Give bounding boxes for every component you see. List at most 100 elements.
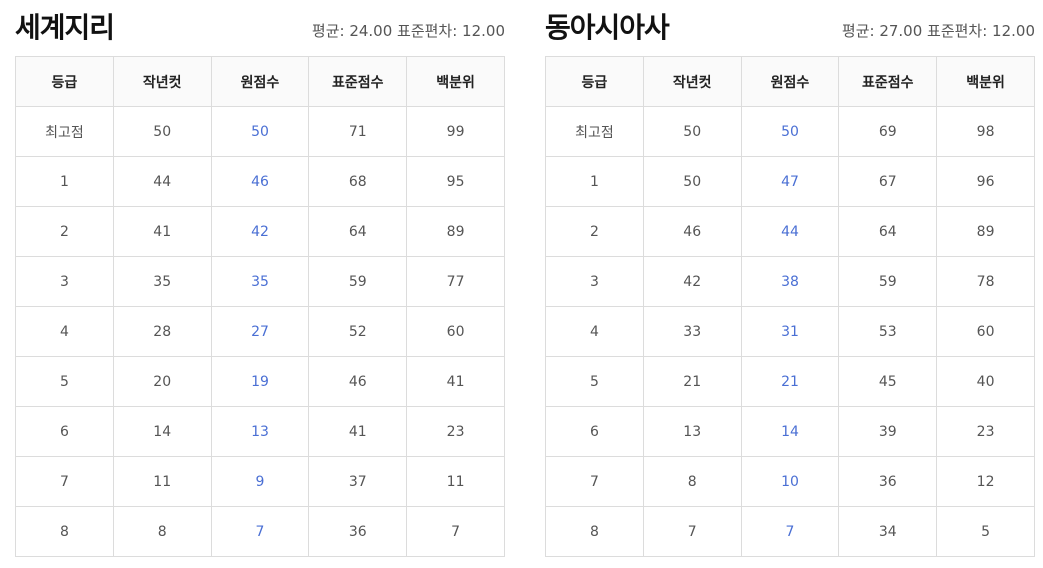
table-row: 6 13 14 39 23 <box>545 406 1035 457</box>
cell-percentile: 60 <box>936 306 1035 357</box>
cell-grade: 최고점 <box>15 106 114 157</box>
cell-standard-score: 67 <box>838 156 938 207</box>
cell-standard-score: 64 <box>308 206 408 257</box>
panel-title: 세계지리 <box>15 11 115 44</box>
cell-standard-score: 37 <box>308 456 408 507</box>
panel-header: 동아시아사 평균: 27.00 표준편차: 12.00 <box>545 0 1035 56</box>
column-header-last-year-cut: 작년컷 <box>642 56 742 107</box>
cell-last-year-cut: 50 <box>112 106 212 157</box>
cell-standard-score: 46 <box>308 356 408 407</box>
column-header-grade: 등급 <box>545 56 644 107</box>
cell-last-year-cut: 50 <box>642 156 742 207</box>
cell-last-year-cut: 44 <box>112 156 212 207</box>
cell-standard-score: 69 <box>838 106 938 157</box>
cell-standard-score: 53 <box>838 306 938 357</box>
cell-standard-score: 68 <box>308 156 408 207</box>
cell-raw-score: 31 <box>740 306 840 357</box>
table-row: 5 21 21 45 40 <box>545 356 1035 407</box>
cell-grade: 5 <box>15 356 114 407</box>
column-header-raw-score: 원점수 <box>740 56 840 107</box>
panel-stats: 평균: 24.00 표준편차: 12.00 <box>311 22 505 40</box>
cell-raw-score: 50 <box>740 106 840 157</box>
cell-last-year-cut: 7 <box>642 506 742 557</box>
cell-grade: 6 <box>15 406 114 457</box>
cell-percentile: 77 <box>406 256 505 307</box>
cell-percentile: 23 <box>936 406 1035 457</box>
cell-grade: 3 <box>15 256 114 307</box>
cell-grade: 6 <box>545 406 644 457</box>
cell-last-year-cut: 8 <box>642 456 742 507</box>
cell-standard-score: 59 <box>838 256 938 307</box>
table-body: 최고점 50 50 69 98 1 50 47 67 96 2 46 44 64 89 3 42 38 59 78 4 3… <box>545 106 1035 557</box>
cell-standard-score: 45 <box>838 356 938 407</box>
cell-raw-score: 38 <box>740 256 840 307</box>
table-row: 7 11 9 37 11 <box>15 456 505 507</box>
score-table: 등급 작년컷 원점수 표준점수 백분위 최고점 50 50 71 99 1 44 46 68 95… <box>15 56 505 557</box>
cell-raw-score: 47 <box>740 156 840 207</box>
cell-standard-score: 36 <box>838 456 938 507</box>
cell-raw-score: 21 <box>740 356 840 407</box>
cell-percentile: 99 <box>406 106 505 157</box>
cell-raw-score: 42 <box>210 206 310 257</box>
table-row: 최고점 50 50 71 99 <box>15 106 505 157</box>
cell-standard-score: 34 <box>838 506 938 557</box>
table-row: 1 44 46 68 95 <box>15 156 505 207</box>
table-row: 3 42 38 59 78 <box>545 256 1035 307</box>
cell-grade: 2 <box>545 206 644 257</box>
cell-last-year-cut: 50 <box>642 106 742 157</box>
column-header-standard-score: 표준점수 <box>308 56 408 107</box>
cell-percentile: 11 <box>406 456 505 507</box>
cell-last-year-cut: 13 <box>642 406 742 457</box>
cell-percentile: 40 <box>936 356 1035 407</box>
cell-grade: 8 <box>545 506 644 557</box>
cell-last-year-cut: 46 <box>642 206 742 257</box>
cell-last-year-cut: 35 <box>112 256 212 307</box>
cell-grade: 1 <box>545 156 644 207</box>
cell-grade: 7 <box>15 456 114 507</box>
cell-percentile: 5 <box>936 506 1035 557</box>
panel-title: 동아시아사 <box>545 11 670 44</box>
cell-raw-score: 9 <box>210 456 310 507</box>
panel-header: 세계지리 평균: 24.00 표준편차: 12.00 <box>15 0 505 56</box>
cell-grade: 5 <box>545 356 644 407</box>
table-row: 5 20 19 46 41 <box>15 356 505 407</box>
cell-percentile: 95 <box>406 156 505 207</box>
column-header-percentile: 백분위 <box>936 56 1035 107</box>
cell-grade: 최고점 <box>545 106 644 157</box>
cell-percentile: 23 <box>406 406 505 457</box>
cell-standard-score: 52 <box>308 306 408 357</box>
score-table: 등급 작년컷 원점수 표준점수 백분위 최고점 50 50 69 98 1 50 47 67 96… <box>545 56 1035 557</box>
cell-raw-score: 10 <box>740 456 840 507</box>
table-row: 3 35 35 59 77 <box>15 256 505 307</box>
cell-grade: 1 <box>15 156 114 207</box>
cell-percentile: 89 <box>936 206 1035 257</box>
table-row: 4 33 31 53 60 <box>545 306 1035 357</box>
table-row: 2 46 44 64 89 <box>545 206 1035 257</box>
table-row: 최고점 50 50 69 98 <box>545 106 1035 157</box>
cell-last-year-cut: 20 <box>112 356 212 407</box>
cell-last-year-cut: 33 <box>642 306 742 357</box>
cell-raw-score: 7 <box>210 506 310 557</box>
cell-raw-score: 13 <box>210 406 310 457</box>
table-row: 8 8 7 36 7 <box>15 506 505 557</box>
cell-raw-score: 7 <box>740 506 840 557</box>
cell-percentile: 7 <box>406 506 505 557</box>
table-row: 7 8 10 36 12 <box>545 456 1035 507</box>
cell-grade: 3 <box>545 256 644 307</box>
cell-grade: 2 <box>15 206 114 257</box>
table-row: 6 14 13 41 23 <box>15 406 505 457</box>
cell-last-year-cut: 11 <box>112 456 212 507</box>
score-panel-east-asian-history: 동아시아사 평균: 27.00 표준편차: 12.00 등급 작년컷 원점수 표… <box>545 0 1035 557</box>
cell-raw-score: 46 <box>210 156 310 207</box>
column-header-raw-score: 원점수 <box>210 56 310 107</box>
cell-standard-score: 59 <box>308 256 408 307</box>
cell-last-year-cut: 21 <box>642 356 742 407</box>
cell-raw-score: 35 <box>210 256 310 307</box>
column-header-grade: 등급 <box>15 56 114 107</box>
cell-raw-score: 27 <box>210 306 310 357</box>
score-panel-world-geography: 세계지리 평균: 24.00 표준편차: 12.00 등급 작년컷 원점수 표준… <box>15 0 505 557</box>
panel-stats: 평균: 27.00 표준편차: 12.00 <box>841 22 1035 40</box>
cell-percentile: 98 <box>936 106 1035 157</box>
cell-raw-score: 44 <box>740 206 840 257</box>
table-row: 1 50 47 67 96 <box>545 156 1035 207</box>
